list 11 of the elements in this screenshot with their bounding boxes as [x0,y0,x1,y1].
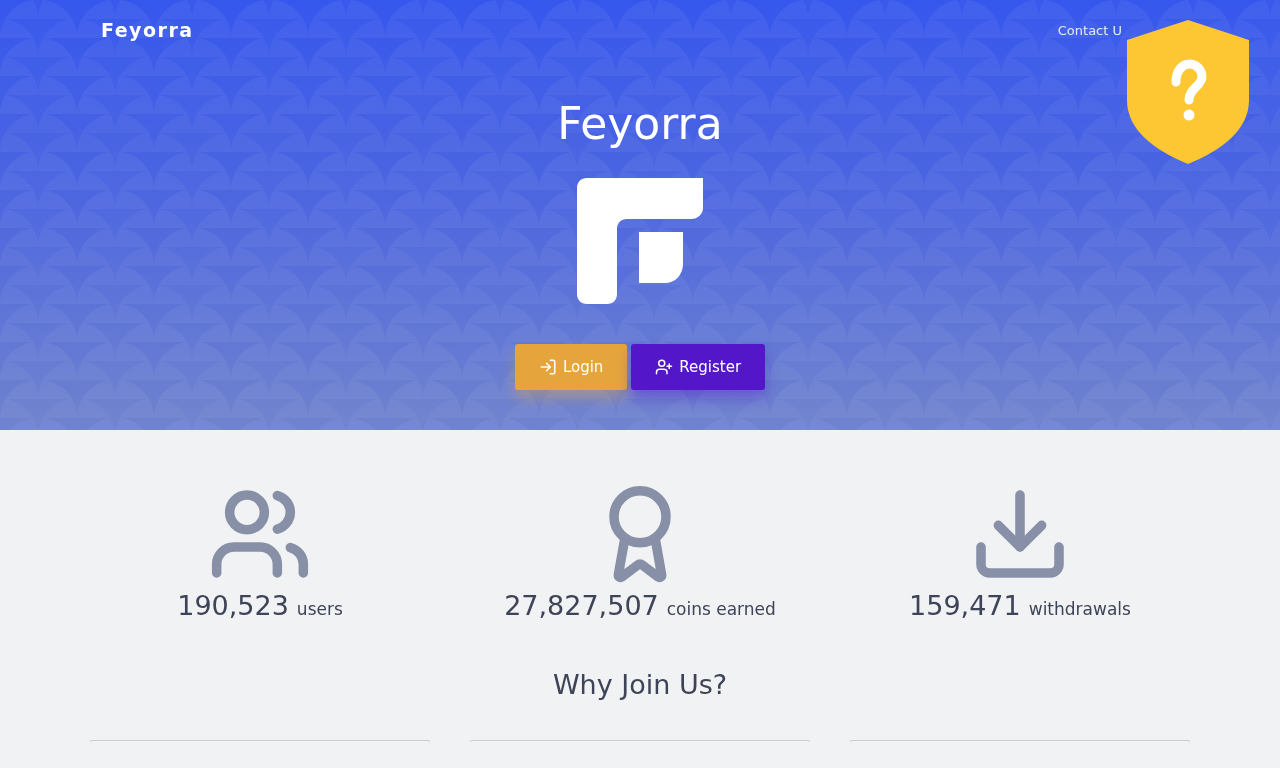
section-title: Why Join Us? [551,669,729,700]
brand-name[interactable]: Feyorra [101,19,194,41]
register-button[interactable]: Register [631,344,766,390]
stat-label: users [296,599,343,619]
stat-value: 159,471 [909,590,1021,621]
stat-value: 27,827,507 [504,590,659,621]
stat-label: coins earned [666,599,776,619]
stat-label: withdrawals [1028,599,1131,619]
nav-link[interactable]: Contact U [1057,22,1122,38]
stat-value: 190,523 [177,590,289,621]
hero-title: Feyorra [557,98,723,150]
